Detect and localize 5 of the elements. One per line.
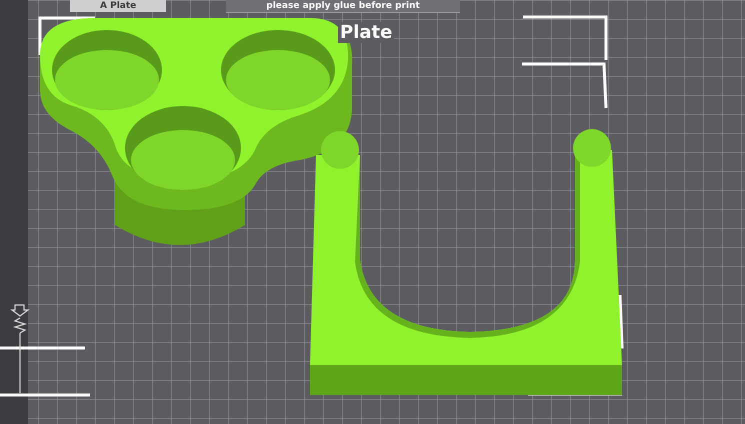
spring-icon (10, 304, 30, 393)
notice-text: please apply glue before print (266, 0, 420, 12)
build-plate-viewport[interactable]: A Plate please apply glue before print Plate (0, 0, 745, 424)
plate-label: Plate (338, 22, 394, 43)
plate-tab[interactable]: A Plate (70, 0, 166, 12)
